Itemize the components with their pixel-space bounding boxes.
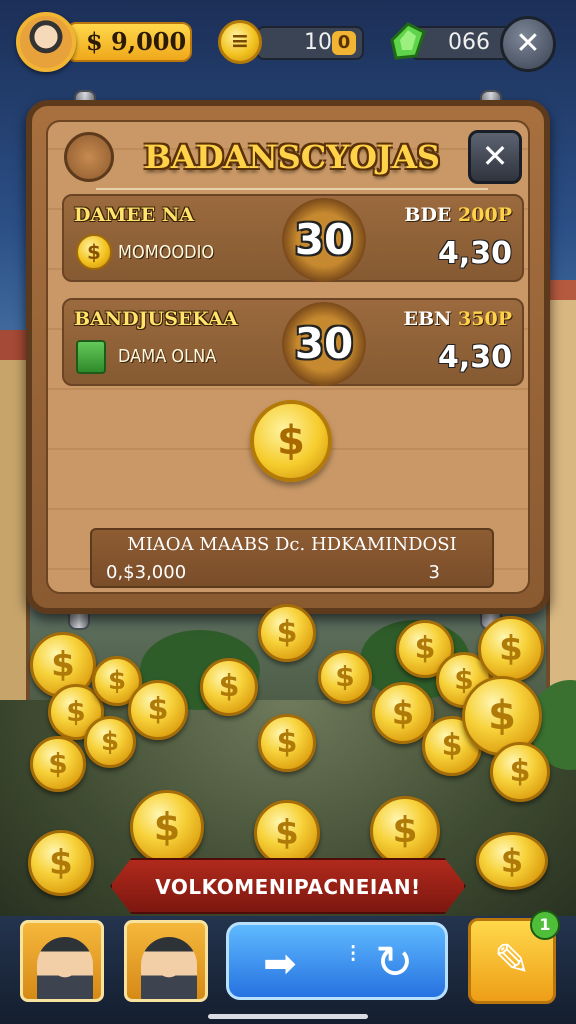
row-value: 4,30 <box>437 236 512 271</box>
row-cost: EBN 350P <box>404 308 513 330</box>
falling-coin-icon: $ <box>84 716 136 768</box>
refresh-icon: ↻ <box>375 935 414 989</box>
panel-emblem-icon <box>64 132 114 182</box>
player-avatar[interactable] <box>16 12 76 72</box>
row-cost-label: BDE <box>404 204 452 226</box>
reward-row[interactable]: BANDJUSEKAA DAMA OLNA 30 EBN 350P 4,30 <box>62 298 524 386</box>
row-cost-label: EBN <box>403 308 452 330</box>
row-label: BANDJUSEKAA <box>74 308 238 330</box>
falling-coin-icon: $ <box>490 742 550 802</box>
panel-title: BADANSCYOJAS <box>143 138 441 176</box>
summary-bar: MIAOA MAABS Dc. HDKAMINDOSI 0,$3,000 3 <box>90 528 494 588</box>
row-amount: 30 <box>282 302 366 386</box>
wrench-icon: ✎ <box>493 935 531 986</box>
summary-total: 0,$3,000 <box>106 562 187 583</box>
character-card-1[interactable] <box>20 920 104 1002</box>
dollar-coin-icon: $ <box>76 234 112 270</box>
falling-coin-icon: $ <box>476 832 548 890</box>
game-scene: $ 9,000 10 0 ≡ 066 ✕ BADANSCYOJAS ✕ DAME… <box>0 0 576 1024</box>
falling-coin-icon: $ <box>130 790 204 864</box>
collect-coin-icon[interactable]: $ <box>250 400 332 482</box>
summary-count: 3 <box>428 562 440 583</box>
falling-coin-icon: $ <box>254 800 320 866</box>
arrow-right-icon: ➡ <box>263 941 297 987</box>
falling-coin-icon: $ <box>28 830 94 896</box>
reward-banner: VOLKOMENIPACNEIAN! <box>110 858 466 914</box>
row-cost: BDE 200P <box>404 204 512 226</box>
money-counter[interactable]: $ 9,000 <box>66 22 192 62</box>
top-resource-bar: $ 9,000 10 0 ≡ 066 ✕ <box>0 0 576 90</box>
pin-icon: ⁝ <box>349 939 358 969</box>
row-cost-value: 350P <box>458 308 512 330</box>
falling-coin-icon: $ <box>258 604 316 662</box>
coin-icon: ≡ <box>218 20 262 64</box>
summary-title: MIAOA MAABS Dc. HDKAMINDOSI <box>127 534 457 555</box>
title-divider <box>96 188 488 190</box>
reward-row[interactable]: DAMEE NA $ MOMOODIO 30 BDE 200P 4,30 <box>62 194 524 282</box>
continue-button[interactable]: ➡ ⁝ ↻ <box>226 922 448 1000</box>
falling-coin-icon: $ <box>370 796 440 866</box>
character-card-2[interactable] <box>124 920 208 1002</box>
reward-panel: BADANSCYOJAS ✕ DAMEE NA $ MOMOODIO 30 BD… <box>26 100 550 614</box>
falling-coin-icon: $ <box>478 616 544 682</box>
row-amount: 30 <box>282 198 366 282</box>
tool-notification-badge: 1 <box>530 910 560 940</box>
coin-counter[interactable]: 10 0 <box>256 26 364 60</box>
row-sublabel: MOMOODIO <box>118 242 215 263</box>
gem-icon <box>390 22 426 60</box>
coin-badge: 0 <box>332 31 356 55</box>
falling-coin-icon: $ <box>318 650 372 704</box>
row-cost-value: 200P <box>458 204 512 226</box>
close-button[interactable]: ✕ <box>468 130 522 184</box>
home-indicator[interactable] <box>208 1014 368 1019</box>
falling-coin-icon: $ <box>200 658 258 716</box>
falling-coin-icon: $ <box>30 736 86 792</box>
row-sublabel: DAMA OLNA <box>118 346 217 367</box>
falling-coin-icon: $ <box>128 680 188 740</box>
row-label: DAMEE NA <box>74 204 194 226</box>
cash-icon <box>76 340 106 374</box>
row-value: 4,30 <box>437 340 512 375</box>
close-game-button[interactable]: ✕ <box>500 16 556 72</box>
character-portrait-icon <box>37 937 93 999</box>
character-portrait-icon <box>141 937 197 999</box>
falling-coin-icon: $ <box>258 714 316 772</box>
coin-count: 10 <box>304 30 332 55</box>
